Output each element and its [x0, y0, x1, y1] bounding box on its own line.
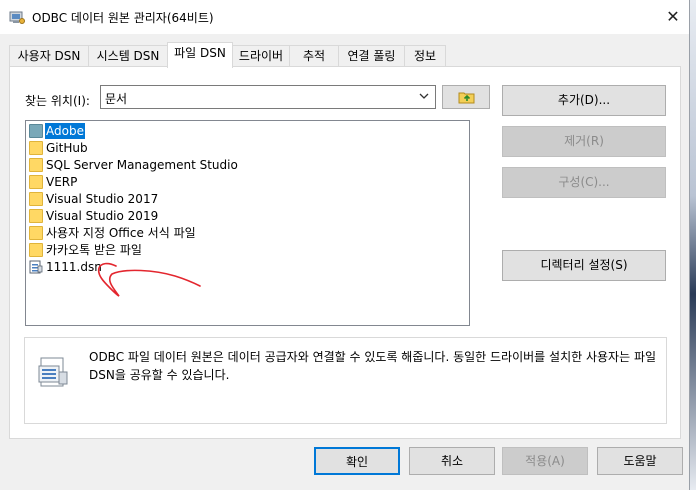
- folder-icon: [29, 192, 43, 206]
- list-item[interactable]: SQL Server Management Studio: [28, 157, 458, 173]
- up-one-level-button[interactable]: [442, 85, 490, 109]
- ok-button[interactable]: 확인: [314, 447, 400, 475]
- info-box: ODBC 파일 데이터 원본은 데이터 공급자와 연결할 수 있도록 해줍니다.…: [24, 337, 667, 424]
- odbc-dialog: ODBC 데이터 원본 관리자(64비트) ✕ 사용자 DSN 시스템 DSN …: [0, 0, 690, 490]
- list-item-label: Visual Studio 2017: [46, 192, 159, 206]
- list-item-label: Adobe: [45, 123, 85, 139]
- folder-icon: [29, 243, 43, 257]
- help-button[interactable]: 도움말: [597, 447, 683, 475]
- list-item[interactable]: 사용자 지정 Office 서식 파일: [28, 225, 458, 241]
- list-item[interactable]: 카카오톡 받은 파일: [28, 242, 458, 258]
- folder-icon: [29, 141, 43, 155]
- odbc-app-icon: [9, 11, 25, 24]
- folder-icon: [29, 226, 43, 240]
- window-title: ODBC 데이터 원본 관리자(64비트): [32, 11, 214, 25]
- close-icon[interactable]: ✕: [662, 6, 684, 28]
- list-item-label: Visual Studio 2019: [46, 209, 159, 223]
- add-button[interactable]: 추가(D)...: [502, 85, 666, 116]
- tab-about[interactable]: 정보: [404, 45, 446, 67]
- tab-file-dsn[interactable]: 파일 DSN: [167, 42, 233, 68]
- folder-icon: [29, 158, 43, 172]
- list-item[interactable]: 1111.dsn: [28, 259, 458, 275]
- tab-tracing[interactable]: 추적: [289, 45, 339, 67]
- look-in-label: 찾는 위치(I):: [25, 94, 90, 108]
- folder-up-icon: [458, 92, 475, 104]
- remove-button[interactable]: 제거(R): [502, 126, 666, 157]
- file-list[interactable]: Adobe GitHub SQL Server Management Studi…: [25, 120, 470, 326]
- list-item-label: 사용자 지정 Office 서식 파일: [46, 226, 196, 240]
- dsn-file-icon: [29, 260, 43, 274]
- look-in-value: 문서: [105, 92, 128, 106]
- set-directory-button[interactable]: 디렉터리 설정(S): [502, 250, 666, 281]
- list-item[interactable]: Visual Studio 2017: [28, 191, 458, 207]
- info-description: ODBC 파일 데이터 원본은 데이터 공급자와 연결할 수 있도록 해줍니다.…: [89, 350, 657, 382]
- list-item[interactable]: VERP: [28, 174, 458, 190]
- list-item-label: SQL Server Management Studio: [46, 158, 238, 172]
- list-item-label: 카카오톡 받은 파일: [46, 243, 142, 257]
- list-item-label: GitHub: [46, 141, 88, 155]
- look-in-combobox[interactable]: 문서: [100, 85, 436, 109]
- tab-user-dsn[interactable]: 사용자 DSN: [9, 45, 89, 67]
- chevron-down-icon[interactable]: [419, 90, 429, 102]
- title-bar: ODBC 데이터 원본 관리자(64비트) ✕: [0, 0, 689, 34]
- cancel-button[interactable]: 취소: [409, 447, 495, 475]
- list-item[interactable]: Adobe: [28, 123, 458, 139]
- tab-connection-pooling[interactable]: 연결 풀링: [338, 45, 405, 67]
- apply-button[interactable]: 적용(A): [502, 447, 588, 475]
- folder-icon: [29, 124, 43, 138]
- configure-button[interactable]: 구성(C)...: [502, 167, 666, 198]
- list-item[interactable]: Visual Studio 2019: [28, 208, 458, 224]
- file-dsn-info-icon: [38, 357, 68, 387]
- folder-icon: [29, 175, 43, 189]
- folder-icon: [29, 209, 43, 223]
- tab-drivers[interactable]: 드라이버: [232, 45, 290, 67]
- list-item-label: VERP: [46, 175, 78, 189]
- list-item-label: 1111.dsn: [46, 260, 102, 274]
- tab-system-dsn[interactable]: 시스템 DSN: [88, 45, 168, 67]
- list-item[interactable]: GitHub: [28, 140, 458, 156]
